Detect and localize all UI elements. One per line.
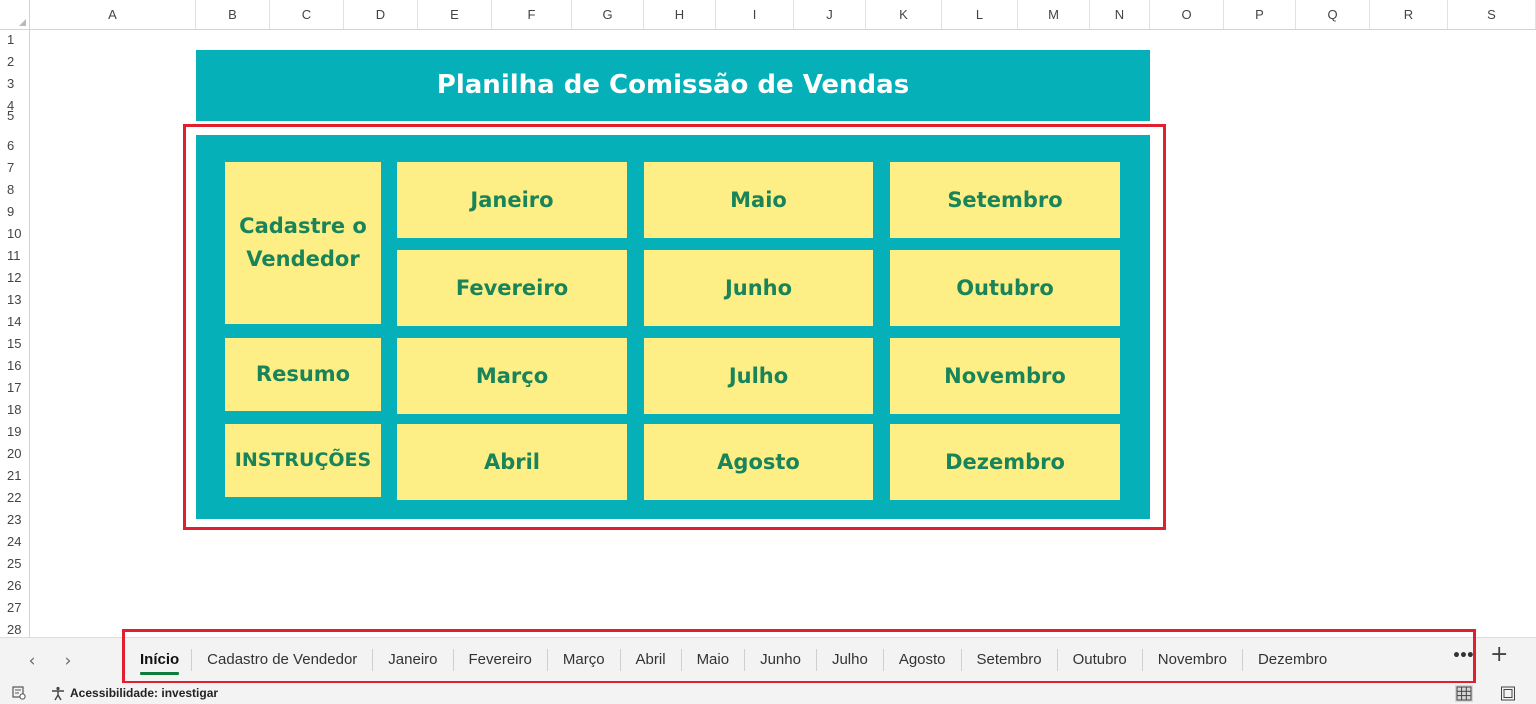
row-header-28[interactable]: 28 — [0, 619, 29, 637]
page-title: Planilha de Comissão de Vendas — [196, 50, 1150, 121]
column-header-n[interactable]: N — [1090, 0, 1150, 29]
column-header-h[interactable]: H — [644, 0, 716, 29]
column-header-s[interactable]: S — [1448, 0, 1536, 29]
row-header-5[interactable]: 5 — [0, 109, 29, 122]
accessibility-status[interactable]: Acessibilidade: investigar — [70, 686, 218, 700]
row-header-11[interactable]: 11 — [0, 245, 29, 267]
column-header-q[interactable]: Q — [1296, 0, 1370, 29]
normal-view-icon[interactable] — [1455, 685, 1473, 702]
row-header-22[interactable]: 22 — [0, 487, 29, 509]
row-header-26[interactable]: 26 — [0, 575, 29, 597]
page-layout-icon[interactable] — [1500, 686, 1516, 701]
row-header-14[interactable]: 14 — [0, 311, 29, 333]
row-header-20[interactable]: 20 — [0, 443, 29, 465]
macro-record-icon[interactable] — [12, 686, 26, 700]
column-header-e[interactable]: E — [418, 0, 492, 29]
column-header-i[interactable]: I — [716, 0, 794, 29]
scroll-tabs-left-icon[interactable]: ‹ — [24, 652, 40, 670]
scroll-tabs-right-icon[interactable]: › — [60, 652, 76, 670]
column-header-p[interactable]: P — [1224, 0, 1296, 29]
row-header-15[interactable]: 15 — [0, 333, 29, 355]
row-header-25[interactable]: 25 — [0, 553, 29, 575]
row-header-6[interactable]: 6 — [0, 135, 29, 157]
row-header-16[interactable]: 16 — [0, 355, 29, 377]
row-header-17[interactable]: 17 — [0, 377, 29, 399]
column-header-b[interactable]: B — [196, 0, 270, 29]
status-bar: Acessibilidade: investigar — [0, 683, 1536, 704]
row-header-27[interactable]: 27 — [0, 597, 29, 619]
row-header-10[interactable]: 10 — [0, 223, 29, 245]
row-header-19[interactable]: 19 — [0, 421, 29, 443]
accessibility-icon[interactable] — [50, 686, 66, 701]
column-header-j[interactable]: J — [794, 0, 866, 29]
row-header-24[interactable]: 24 — [0, 531, 29, 553]
row-header-9[interactable]: 9 — [0, 201, 29, 223]
add-sheet-button[interactable]: + — [1490, 644, 1508, 666]
column-header-k[interactable]: K — [866, 0, 942, 29]
select-all-corner[interactable] — [0, 0, 30, 29]
row-header-8[interactable]: 8 — [0, 179, 29, 201]
row-header-18[interactable]: 18 — [0, 399, 29, 421]
highlight-box-tabs — [122, 629, 1476, 684]
column-header-r[interactable]: R — [1370, 0, 1448, 29]
column-header-c[interactable]: C — [270, 0, 344, 29]
column-header-l[interactable]: L — [942, 0, 1018, 29]
column-header-o[interactable]: O — [1150, 0, 1224, 29]
column-header-g[interactable]: G — [572, 0, 644, 29]
row-header-23[interactable]: 23 — [0, 509, 29, 531]
row-header-2[interactable]: 2 — [0, 51, 29, 73]
column-header-d[interactable]: D — [344, 0, 418, 29]
row-header-21[interactable]: 21 — [0, 465, 29, 487]
row-header-7[interactable]: 7 — [0, 157, 29, 179]
column-header-f[interactable]: F — [492, 0, 572, 29]
row-header-13[interactable]: 13 — [0, 289, 29, 311]
highlight-box-panel — [183, 124, 1166, 530]
column-header-a[interactable]: A — [30, 0, 196, 29]
row-header-3[interactable]: 3 — [0, 73, 29, 95]
column-header-m[interactable]: M — [1018, 0, 1090, 29]
row-header: 1 2 3 4 5 6 7 8 9 10 11 12 13 14 15 16 1… — [0, 29, 30, 637]
column-header: A B C D E F G H I J K L M N O P Q R S — [0, 0, 1536, 30]
row-header-12[interactable]: 12 — [0, 267, 29, 289]
row-header-1[interactable]: 1 — [0, 29, 29, 51]
